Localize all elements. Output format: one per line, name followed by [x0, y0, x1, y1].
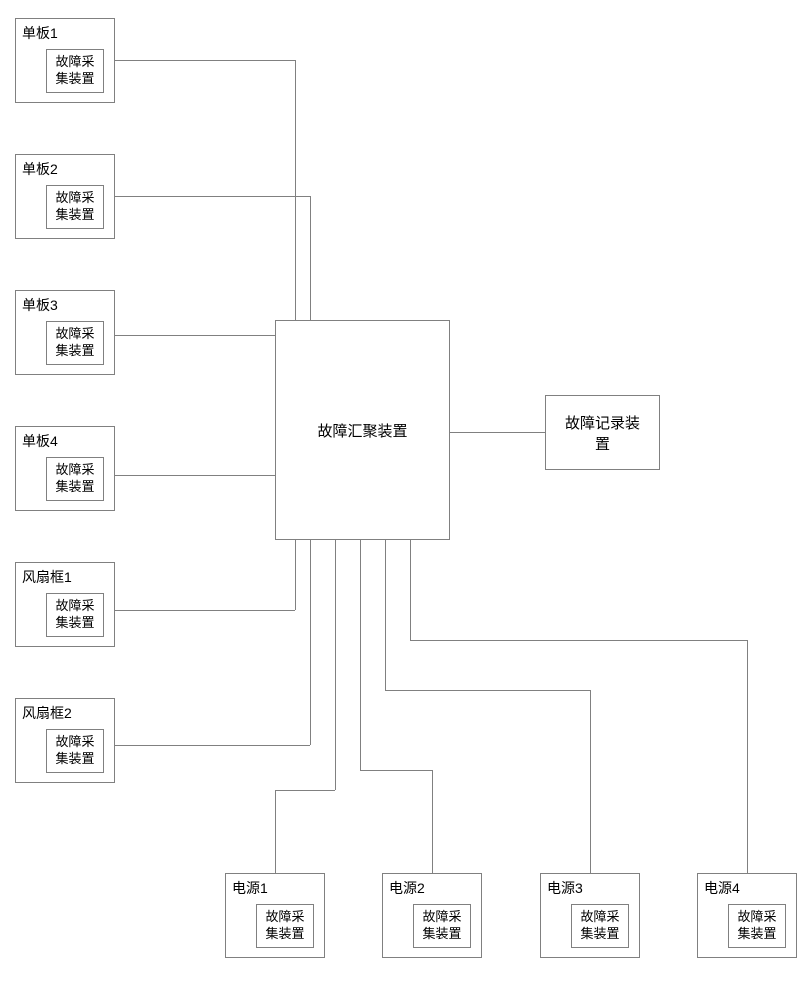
connector — [275, 790, 335, 791]
fault-collector-label: 故障采 集装置 — [55, 598, 94, 630]
fault-collector: 故障采 集装置 — [46, 185, 104, 229]
connector — [115, 196, 310, 197]
connector — [432, 770, 433, 873]
fault-collector: 故障采 集装置 — [256, 904, 314, 948]
connector — [310, 196, 311, 320]
fault-collector: 故障采 集装置 — [46, 593, 104, 637]
connector — [115, 745, 310, 746]
unit-power-3: 电源3 故障采 集装置 — [540, 873, 640, 958]
unit-title: 电源4 — [704, 878, 740, 898]
unit-title: 电源2 — [389, 878, 425, 898]
unit-title: 单板2 — [22, 159, 58, 179]
connector — [360, 770, 432, 771]
connector — [275, 790, 276, 873]
unit-board-3: 单板3 故障采 集装置 — [15, 290, 115, 375]
connector — [410, 540, 411, 640]
unit-board-1: 单板1 故障采 集装置 — [15, 18, 115, 103]
fault-collector-label: 故障采 集装置 — [580, 909, 619, 941]
connector — [295, 60, 296, 320]
unit-title: 电源3 — [547, 878, 583, 898]
connector — [385, 690, 590, 691]
unit-title: 单板1 — [22, 23, 58, 43]
fault-collector-label: 故障采 集装置 — [55, 54, 94, 86]
connector — [410, 640, 747, 641]
fault-collector-label: 故障采 集装置 — [55, 190, 94, 222]
fault-aggregator: 故障汇聚装置 — [275, 320, 450, 540]
aggregator-label: 故障汇聚装置 — [317, 420, 407, 441]
connector — [295, 540, 296, 610]
unit-fan-2: 风扇框2 故障采 集装置 — [15, 698, 115, 783]
unit-title: 风扇框2 — [22, 703, 72, 723]
connector — [115, 475, 275, 476]
fault-recorder: 故障记录装 置 — [545, 395, 660, 470]
unit-power-2: 电源2 故障采 集装置 — [382, 873, 482, 958]
unit-power-4: 电源4 故障采 集装置 — [697, 873, 797, 958]
fault-collector: 故障采 集装置 — [46, 49, 104, 93]
fault-collector-label: 故障采 集装置 — [737, 909, 776, 941]
unit-board-2: 单板2 故障采 集装置 — [15, 154, 115, 239]
connector — [115, 60, 295, 61]
fault-collector: 故障采 集装置 — [571, 904, 629, 948]
fault-collector-label: 故障采 集装置 — [55, 462, 94, 494]
unit-title: 风扇框1 — [22, 567, 72, 587]
unit-title: 电源1 — [232, 878, 268, 898]
fault-collector: 故障采 集装置 — [413, 904, 471, 948]
fault-collector: 故障采 集装置 — [46, 321, 104, 365]
fault-collector-label: 故障采 集装置 — [422, 909, 461, 941]
connector — [335, 540, 336, 790]
fault-collector: 故障采 集装置 — [728, 904, 786, 948]
connector — [590, 690, 591, 873]
connector — [360, 540, 361, 770]
fault-collector-label: 故障采 集装置 — [55, 734, 94, 766]
connector — [115, 610, 295, 611]
fault-collector-label: 故障采 集装置 — [265, 909, 304, 941]
unit-fan-1: 风扇框1 故障采 集装置 — [15, 562, 115, 647]
unit-title: 单板4 — [22, 431, 58, 451]
connector — [747, 640, 748, 873]
fault-collector-label: 故障采 集装置 — [55, 326, 94, 358]
connector — [115, 335, 275, 336]
recorder-label: 故障记录装 置 — [565, 412, 640, 454]
fault-collector: 故障采 集装置 — [46, 729, 104, 773]
connector — [310, 540, 311, 745]
fault-collector: 故障采 集装置 — [46, 457, 104, 501]
unit-power-1: 电源1 故障采 集装置 — [225, 873, 325, 958]
unit-board-4: 单板4 故障采 集装置 — [15, 426, 115, 511]
connector — [385, 540, 386, 690]
unit-title: 单板3 — [22, 295, 58, 315]
connector — [450, 432, 545, 433]
